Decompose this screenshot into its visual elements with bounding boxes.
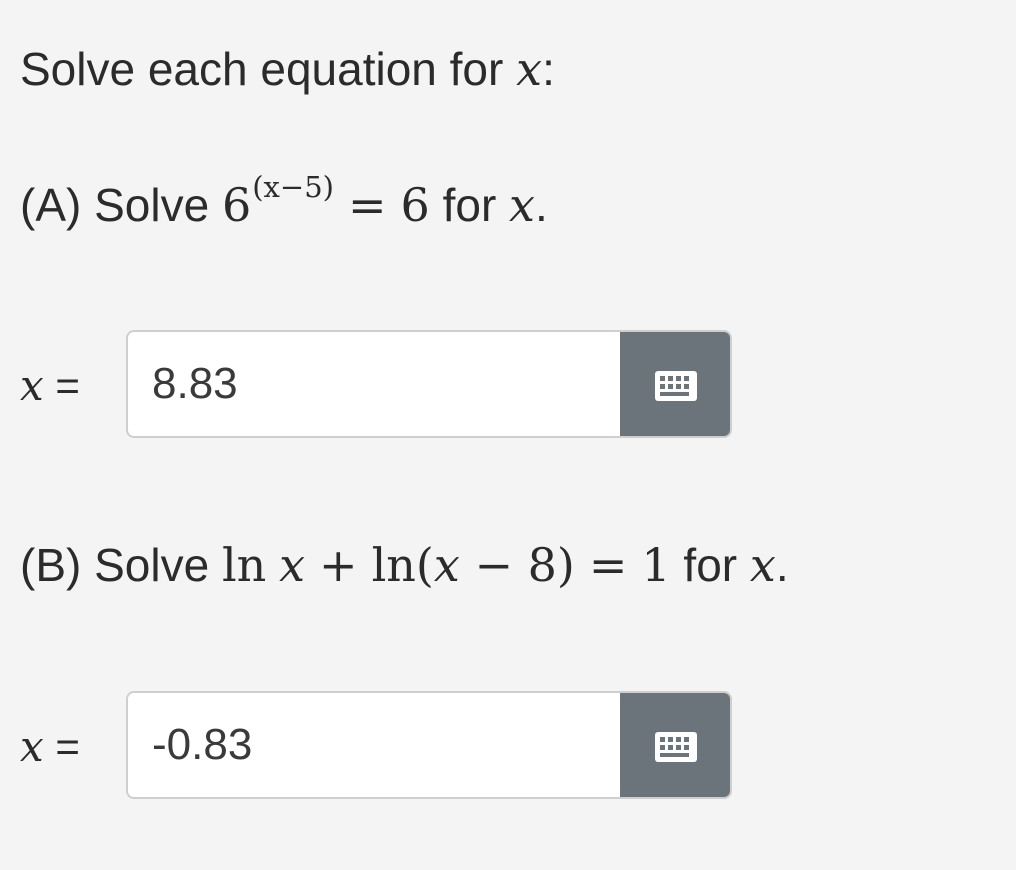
question-a-rhs: 6 bbox=[400, 178, 430, 232]
question-b-for: for bbox=[670, 539, 750, 591]
question-b-rhs: 1 bbox=[641, 538, 671, 592]
question-a-base: 6 bbox=[221, 178, 252, 232]
instructions-colon: : bbox=[542, 43, 555, 95]
answer-a-keyboard-button[interactable] bbox=[620, 332, 730, 436]
keyboard-icon bbox=[655, 732, 697, 762]
answer-a-box bbox=[126, 330, 732, 438]
question-b-minus-eight: − 8) bbox=[459, 538, 575, 592]
answer-b-input[interactable] bbox=[128, 693, 622, 797]
question-a: (A) Solve 6(x−5) = 6 for x. bbox=[20, 173, 548, 231]
question-a-equals: = bbox=[347, 178, 387, 232]
question-a-variable: x bbox=[509, 178, 535, 232]
answer-b-box bbox=[126, 691, 732, 799]
question-b-equals: = bbox=[588, 538, 628, 592]
question-b-period: . bbox=[775, 539, 789, 591]
answer-b-keyboard-button[interactable] bbox=[620, 693, 730, 797]
question-a-period: . bbox=[535, 179, 548, 231]
answer-b-label-variable: x bbox=[20, 722, 44, 771]
question-b-var2: x bbox=[433, 538, 460, 592]
answer-b-label-equals: = bbox=[43, 723, 80, 770]
question-a-exponent: (x−5) bbox=[252, 170, 334, 204]
instructions-text: Solve each equation for bbox=[20, 43, 517, 95]
question-a-prefix: (A) Solve bbox=[20, 179, 222, 231]
question-b-variable: x bbox=[749, 538, 776, 592]
question-b: (B) Solve ln x + ln(x − 8) = 1 for x. bbox=[20, 542, 789, 588]
instructions: Solve each equation for x: bbox=[20, 46, 555, 92]
answer-row-a: x = bbox=[20, 330, 732, 442]
answer-row-b: x = bbox=[20, 691, 732, 803]
answer-a-label-equals: = bbox=[43, 362, 80, 409]
answer-a-label: x = bbox=[20, 330, 80, 442]
answer-a-label-variable: x bbox=[20, 361, 44, 410]
keyboard-icon bbox=[655, 371, 697, 401]
question-b-var1: x bbox=[279, 538, 306, 592]
instructions-variable: x bbox=[516, 42, 543, 96]
question-b-plus: + bbox=[319, 538, 358, 592]
answer-a-input[interactable] bbox=[128, 332, 622, 436]
question-b-ln2: ln( bbox=[371, 538, 434, 592]
question-b-prefix: (B) Solve bbox=[20, 539, 222, 591]
question-a-for: for bbox=[429, 179, 510, 231]
answer-b-label: x = bbox=[20, 691, 80, 803]
question-b-ln1: ln bbox=[221, 538, 267, 592]
